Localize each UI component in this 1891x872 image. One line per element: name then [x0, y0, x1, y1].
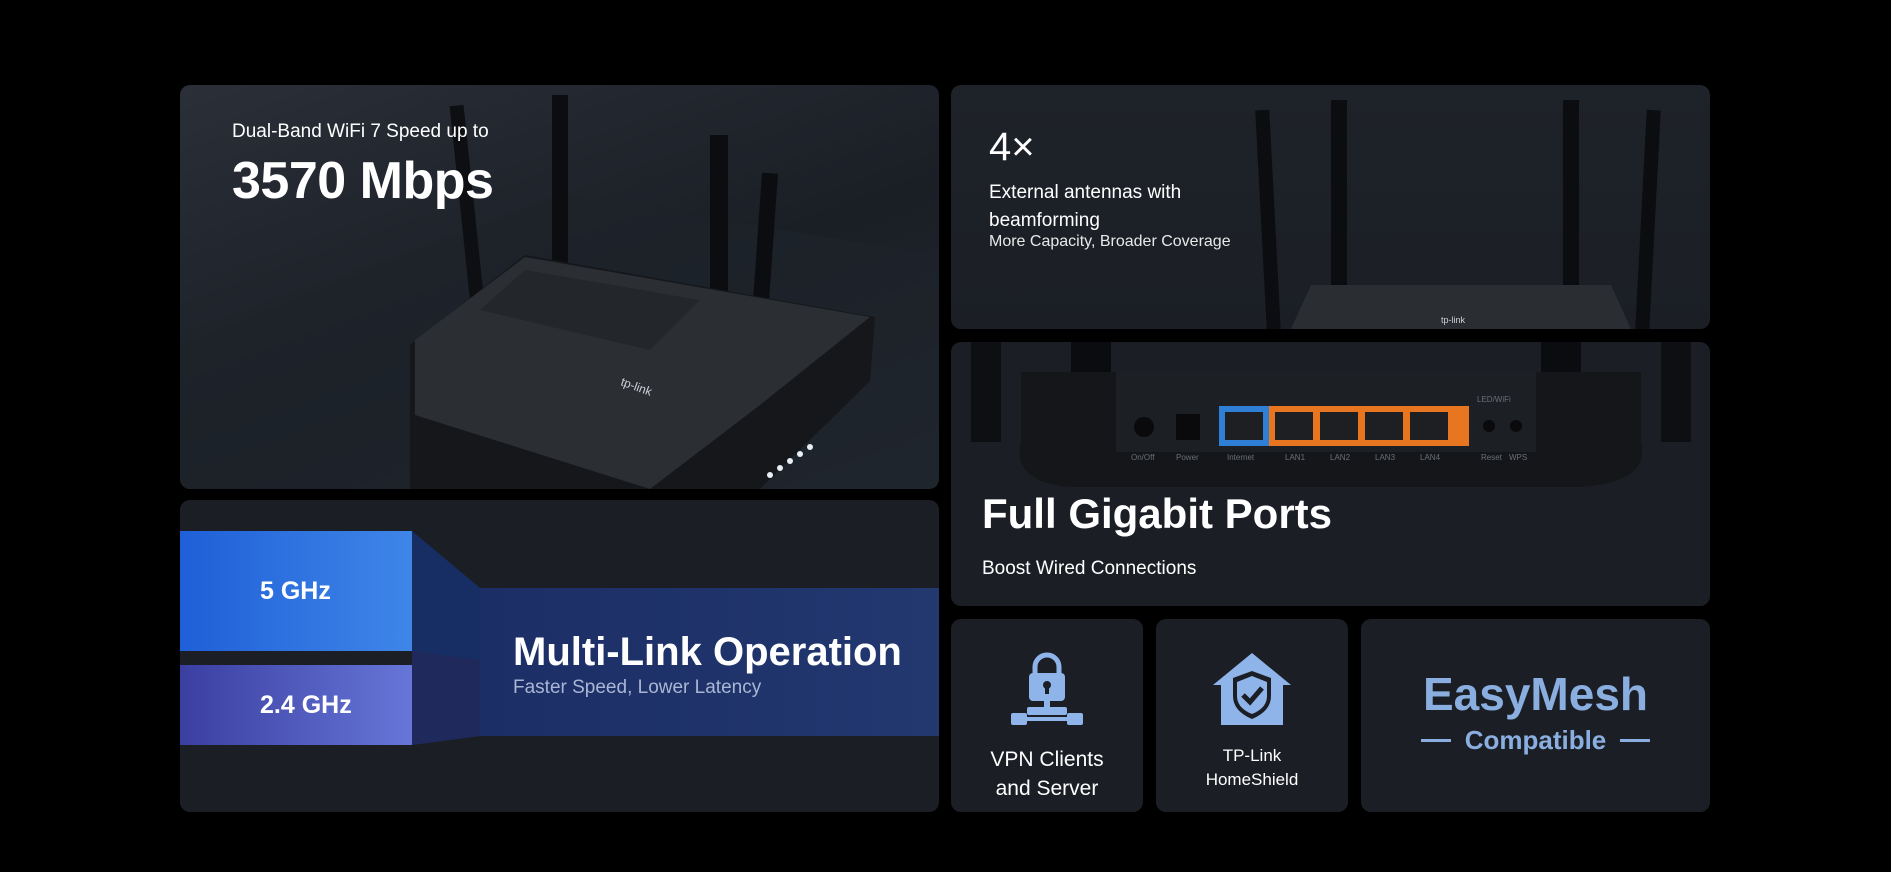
port-label-lan3: LAN3 — [1375, 453, 1396, 462]
router-angle-image: tp-link — [180, 95, 939, 489]
port-label-internet: Internet — [1227, 453, 1255, 462]
band-2-4ghz: 2.4 GHz — [180, 665, 412, 745]
port-label-lan4: LAN4 — [1420, 453, 1441, 462]
mlo-title: Multi-Link Operation — [513, 630, 902, 674]
antennas-subtitle: More Capacity, Broader Coverage — [989, 233, 1231, 250]
multi-link-card: 5 GHz 2.4 GHz Multi-Link Operation Faste… — [180, 500, 939, 812]
ports-subtitle: Boost Wired Connections — [982, 558, 1197, 579]
homeshield-card: TP-Link HomeShield — [1156, 619, 1348, 812]
router-front-logo: tp-link — [1441, 315, 1466, 325]
easymesh-subtitle-row: Compatible — [1361, 725, 1710, 756]
homeshield-label-line2: HomeShield — [1205, 770, 1299, 789]
port-label-reset: Reset — [1481, 453, 1503, 462]
lock-network-icon — [1009, 651, 1085, 732]
port-label-wps: WPS — [1509, 453, 1527, 462]
vpn-label: VPN Clients and Server — [951, 745, 1143, 803]
vpn-label-line1: VPN Clients — [990, 748, 1104, 771]
ports-title: Full Gigabit Ports — [982, 490, 1333, 537]
port-label-lan2: LAN2 — [1330, 453, 1351, 462]
hero-subtitle: Dual-Band WiFi 7 Speed up to — [232, 121, 489, 142]
easymesh-left-rule — [1420, 739, 1451, 742]
easymesh-right-rule — [1620, 739, 1651, 742]
port-label-lan1: LAN1 — [1285, 453, 1306, 462]
homeshield-label: TP-Link HomeShield — [1156, 744, 1348, 792]
shield-house-icon — [1211, 651, 1293, 732]
port-label-power: Power — [1176, 453, 1199, 462]
antennas-card: tp-link 4× External antennas with beamfo… — [951, 85, 1710, 329]
band-5ghz: 5 GHz — [180, 531, 412, 651]
vpn-label-line2: and Server — [995, 777, 1099, 800]
gigabit-ports-card: On/Off Power Internet LAN1 LAN2 LAN3 LAN… — [951, 342, 1710, 606]
port-label-led-wifi: LED/WiFi — [1477, 395, 1511, 404]
easymesh-title: EasyMesh — [1422, 668, 1648, 720]
homeshield-label-line1: TP-Link — [1222, 746, 1282, 765]
easymesh-subtitle: Compatible — [1464, 725, 1607, 755]
hero-speed-card: tp-link Dual-Band WiFi 7 Speed up to 357… — [180, 85, 939, 489]
mlo-subtitle: Faster Speed, Lower Latency — [513, 677, 762, 698]
port-label-onoff: On/Off — [1131, 453, 1155, 462]
easymesh-card: EasyMesh Compatible — [1361, 619, 1710, 812]
vpn-card: VPN Clients and Server — [951, 619, 1143, 812]
antenna-count: 4× — [989, 125, 1035, 169]
hero-speed-value: 3570 Mbps — [232, 152, 494, 210]
antennas-title: External antennas with beamforming — [989, 182, 1182, 231]
